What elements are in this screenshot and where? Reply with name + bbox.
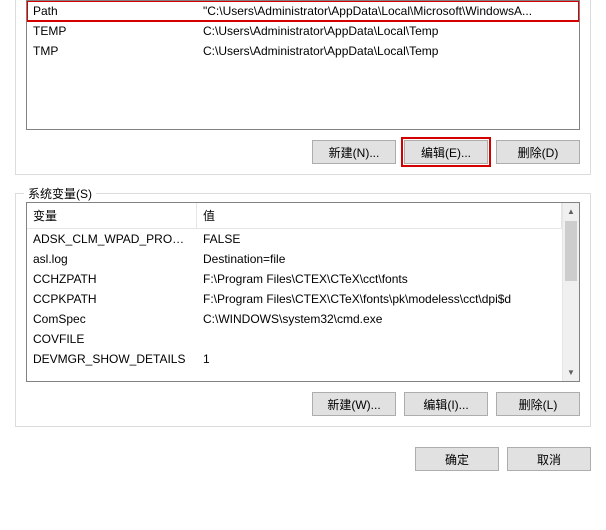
user-var-name: Path	[27, 1, 197, 21]
user-var-row[interactable]: Path"C:\Users\Administrator\AppData\Loca…	[27, 1, 579, 21]
system-var-name: asl.log	[27, 249, 197, 269]
system-var-name: DEVMGR_SHOW_DETAILS	[27, 349, 197, 369]
system-variables-list[interactable]: 变量 值 ADSK_CLM_WPAD_PROXY...FALSEasl.logD…	[26, 202, 580, 382]
cancel-button[interactable]: 取消	[507, 447, 591, 471]
system-var-value: F:\Program Files\CTEX\CTeX\fonts\pk\mode…	[197, 289, 562, 309]
user-var-name: TMP	[27, 41, 197, 61]
user-var-row[interactable]: TEMPC:\Users\Administrator\AppData\Local…	[27, 21, 579, 41]
system-var-row[interactable]: COVFILE	[27, 329, 562, 349]
user-var-value: C:\Users\Administrator\AppData\Local\Tem…	[197, 21, 579, 41]
system-var-value: FALSE	[197, 229, 562, 249]
system-var-name: CCPKPATH	[27, 289, 197, 309]
user-edit-button[interactable]: 编辑(E)...	[404, 140, 488, 164]
column-header-value[interactable]: 值	[197, 203, 562, 228]
user-delete-button[interactable]: 删除(D)	[496, 140, 580, 164]
system-edit-button[interactable]: 编辑(I)...	[404, 392, 488, 416]
system-var-row[interactable]: DEVMGR_SHOW_DETAILS1	[27, 349, 562, 369]
user-variables-button-row: 新建(N)... 编辑(E)... 删除(D)	[26, 140, 580, 164]
system-var-value: F:\Program Files\CTEX\CTeX\cct\fonts	[197, 269, 562, 289]
user-var-row[interactable]: TMPC:\Users\Administrator\AppData\Local\…	[27, 41, 579, 61]
system-variables-button-row: 新建(W)... 编辑(I)... 删除(L)	[26, 392, 580, 416]
scroll-up-icon[interactable]: ▲	[563, 203, 579, 220]
system-delete-button[interactable]: 删除(L)	[496, 392, 580, 416]
system-var-row[interactable]: ADSK_CLM_WPAD_PROXY...FALSE	[27, 229, 562, 249]
system-list-scrollbar[interactable]: ▲ ▼	[562, 203, 579, 381]
system-new-button[interactable]: 新建(W)...	[312, 392, 396, 416]
column-header-variable[interactable]: 变量	[27, 203, 197, 228]
system-var-name: COVFILE	[27, 329, 197, 349]
system-var-name: ADSK_CLM_WPAD_PROXY...	[27, 229, 197, 249]
ok-button[interactable]: 确定	[415, 447, 499, 471]
system-var-row[interactable]: asl.logDestination=file	[27, 249, 562, 269]
user-var-name: TEMP	[27, 21, 197, 41]
scroll-down-icon[interactable]: ▼	[563, 364, 579, 381]
user-variables-list[interactable]: Path"C:\Users\Administrator\AppData\Loca…	[26, 0, 580, 130]
system-var-value: 1	[197, 349, 562, 369]
system-var-name: CCHZPATH	[27, 269, 197, 289]
system-variables-group: 系统变量(S) 变量 值 ADSK_CLM_WPAD_PROXY...FALSE…	[15, 193, 591, 427]
system-var-value	[197, 329, 562, 349]
user-var-value: C:\Users\Administrator\AppData\Local\Tem…	[197, 41, 579, 61]
dialog-button-row: 确定 取消	[0, 437, 606, 483]
user-var-value: "C:\Users\Administrator\AppData\Local\Mi…	[197, 1, 579, 21]
system-var-value: C:\WINDOWS\system32\cmd.exe	[197, 309, 562, 329]
system-var-row[interactable]: ComSpecC:\WINDOWS\system32\cmd.exe	[27, 309, 562, 329]
system-list-header: 变量 值	[27, 203, 562, 229]
system-var-name: ComSpec	[27, 309, 197, 329]
system-var-row[interactable]: CCHZPATHF:\Program Files\CTEX\CTeX\cct\f…	[27, 269, 562, 289]
system-variables-label: 系统变量(S)	[24, 185, 96, 202]
user-variables-group: Path"C:\Users\Administrator\AppData\Loca…	[15, 0, 591, 175]
scroll-thumb[interactable]	[565, 221, 577, 281]
system-var-row[interactable]: CCPKPATHF:\Program Files\CTEX\CTeX\fonts…	[27, 289, 562, 309]
system-var-value: Destination=file	[197, 249, 562, 269]
user-new-button[interactable]: 新建(N)...	[312, 140, 396, 164]
